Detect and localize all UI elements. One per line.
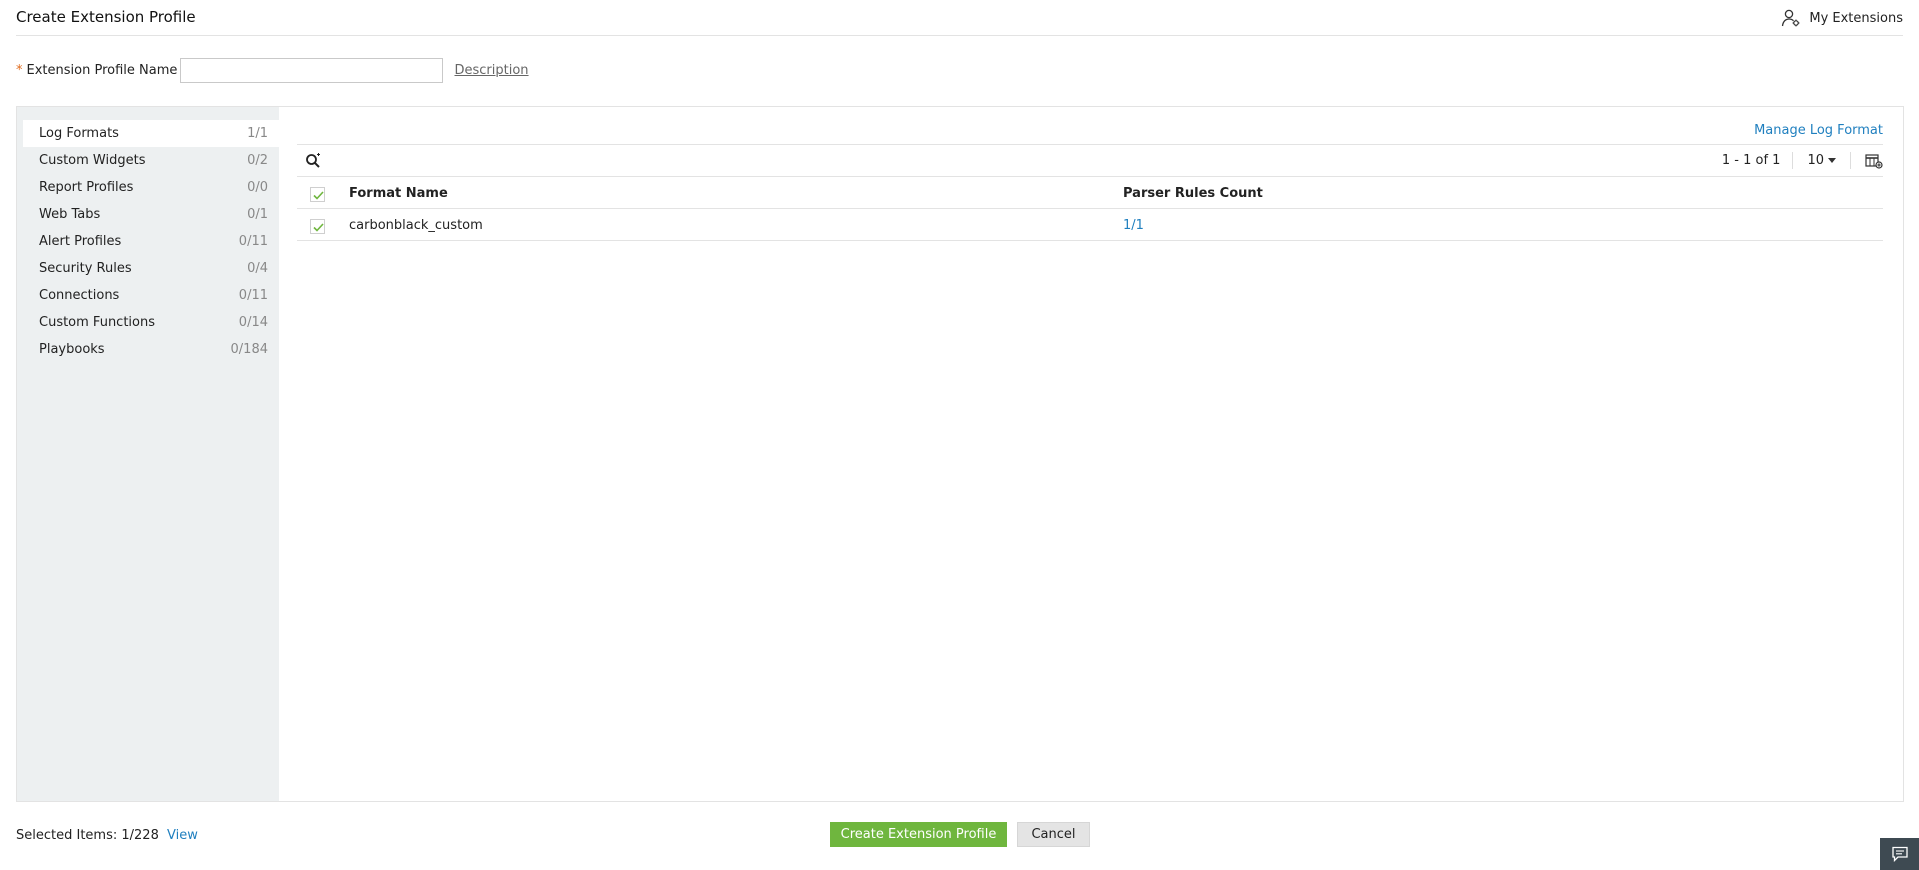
search-icon[interactable] [305,153,321,173]
sidebar-item-label: Security Rules [39,261,132,276]
select-all-checkbox[interactable] [310,187,325,202]
sidebar-item-count: 1/1 [247,126,268,141]
page-header: Create Extension Profile My Extensions [16,0,1903,36]
sidebar-item-custom-widgets[interactable]: Custom Widgets 0/2 [23,147,279,174]
my-extensions-label: My Extensions [1809,10,1903,26]
view-selected-link[interactable]: View [167,828,198,843]
sidebar-item-web-tabs[interactable]: Web Tabs 0/1 [23,201,279,228]
sidebar-item-count: 0/1 [247,207,268,222]
per-page-value: 10 [1807,153,1824,168]
sidebar-item-label: Connections [39,288,120,303]
column-header-format-name[interactable]: Format Name [349,186,448,201]
selected-items-summary: Selected Items: 1/228 View [16,828,198,843]
category-sidebar: Log Formats 1/1 Custom Widgets 0/2 Repor… [17,107,279,801]
cancel-button[interactable]: Cancel [1017,822,1090,847]
page-title: Create Extension Profile [16,8,196,26]
format-name-cell: carbonblack_custom [349,218,483,233]
pagination: 1 - 1 of 1 10 [1722,145,1883,176]
profile-name-label: Extension Profile Name [26,63,178,78]
sidebar-item-count: 0/14 [238,315,268,330]
sidebar-item-count: 0/11 [238,288,268,303]
sidebar-item-label: Log Formats [39,126,119,141]
profile-name-input[interactable] [179,58,443,83]
sidebar-item-count: 0/2 [247,153,268,168]
extension-panel: Log Formats 1/1 Custom Widgets 0/2 Repor… [16,106,1904,802]
description-link[interactable]: Description [455,63,529,78]
sidebar-item-label: Custom Widgets [39,153,146,168]
selected-items-value: 1/228 [121,828,159,843]
manage-log-format-link[interactable]: Manage Log Format [1754,123,1883,138]
sidebar-item-count: 0/0 [247,180,268,195]
sidebar-item-count: 0/184 [230,342,268,357]
sidebar-item-playbooks[interactable]: Playbooks 0/184 [23,336,279,363]
sidebar-item-label: Playbooks [39,342,105,357]
sidebar-item-label: Custom Functions [39,315,156,330]
parser-rules-count-link[interactable]: 1/1 [1123,218,1144,233]
table-row: carbonblack_custom 1/1 [297,209,1883,241]
create-extension-profile-button[interactable]: Create Extension Profile [830,822,1007,847]
column-chooser-icon[interactable] [1851,153,1883,169]
sidebar-item-log-formats[interactable]: Log Formats 1/1 [23,120,279,147]
row-checkbox[interactable] [310,219,325,234]
table-toolbar: 1 - 1 of 1 10 [297,144,1883,177]
profile-name-row: * Extension Profile Name Description [16,58,529,83]
sidebar-item-connections[interactable]: Connections 0/11 [23,282,279,309]
table-header-row: Format Name Parser Rules Count [297,177,1883,209]
page-range: 1 - 1 of 1 [1722,152,1794,169]
sidebar-item-report-profiles[interactable]: Report Profiles 0/0 [23,174,279,201]
selected-items-label: Selected Items: [16,828,118,843]
sidebar-item-label: Report Profiles [39,180,134,195]
per-page-select[interactable]: 10 [1793,152,1851,169]
sidebar-item-label: Alert Profiles [39,234,122,249]
sidebar-item-label: Web Tabs [39,207,101,222]
user-settings-icon [1781,8,1801,28]
chat-icon[interactable] [1880,838,1919,870]
sidebar-item-custom-functions[interactable]: Custom Functions 0/14 [23,309,279,336]
chevron-down-icon [1828,158,1836,163]
column-header-parser-rules-count[interactable]: Parser Rules Count [1123,186,1263,201]
sidebar-item-count: 0/4 [247,261,268,276]
sidebar-item-count: 0/11 [238,234,268,249]
required-marker: * [16,63,23,78]
sidebar-item-alert-profiles[interactable]: Alert Profiles 0/11 [23,228,279,255]
my-extensions-link[interactable]: My Extensions [1781,8,1903,28]
log-formats-table: Format Name Parser Rules Count carbonbla… [297,177,1883,241]
log-formats-content: Manage Log Format 1 - 1 of 1 10 Format N… [279,107,1903,801]
sidebar-item-security-rules[interactable]: Security Rules 0/4 [23,255,279,282]
